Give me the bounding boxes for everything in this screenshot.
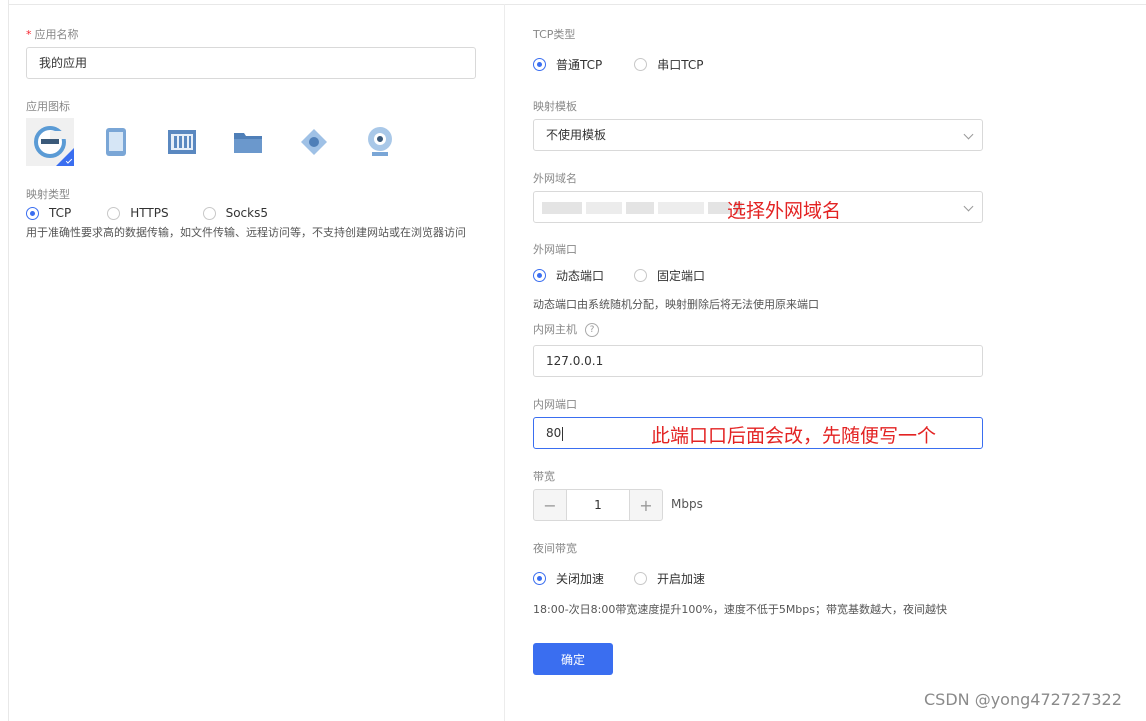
radio-dot	[107, 206, 121, 220]
icon-option-server[interactable]	[158, 118, 206, 166]
external-port-hint: 动态端口由系统随机分配，映射删除后将无法使用原来端口	[533, 298, 819, 311]
required-mark: *	[26, 28, 32, 41]
app-name-value: 我的应用	[39, 56, 88, 70]
radio-label: HTTPS	[130, 206, 169, 220]
blurred-domain	[542, 193, 746, 223]
watermark: CSDN @yong472727322	[924, 690, 1122, 709]
folder-icon	[234, 133, 262, 153]
app-name-label: * 应用名称	[26, 26, 79, 42]
bandwidth-label: 带宽	[533, 470, 555, 483]
tcp-type-radio-group: 普通TCP 串口TCP	[533, 56, 738, 73]
bandwidth-stepper: − 1 +	[533, 489, 663, 521]
left-border	[8, 0, 9, 721]
internal-port-label: 内网端口	[533, 398, 577, 411]
external-port-radio-group: 动态端口 固定端口	[533, 267, 739, 284]
radio-label: 开启加速	[657, 572, 706, 586]
internal-host-value: 127.0.0.1	[546, 354, 604, 368]
icon-option-ie[interactable]	[26, 118, 74, 166]
chevron-down-icon	[963, 129, 974, 140]
radio-label: 串口TCP	[657, 58, 704, 72]
bandwidth-unit: Mbps	[671, 497, 703, 511]
radio-label: Socks5	[225, 206, 268, 220]
internal-port-value: 80	[546, 426, 562, 440]
radio-dot	[634, 58, 648, 71]
internal-host-input[interactable]: 127.0.0.1	[533, 345, 983, 377]
radio-socks5[interactable]: Socks5	[202, 206, 268, 220]
radio-boost-on[interactable]: 开启加速	[634, 570, 705, 587]
external-port-label: 外网端口	[533, 243, 577, 256]
radio-label: TCP	[49, 206, 72, 220]
icon-option-folder[interactable]	[224, 118, 272, 166]
radio-dot	[634, 269, 648, 282]
network-icon	[301, 129, 327, 155]
radio-dot	[533, 572, 546, 585]
radio-dynamic-port[interactable]: 动态端口	[533, 267, 604, 284]
selected-corner	[56, 148, 74, 166]
text-caret	[562, 426, 564, 441]
top-border	[8, 4, 1146, 5]
help-icon[interactable]: ?	[585, 323, 599, 337]
internal-port-annotation: 此端口口后面会改，先随便写一个	[651, 425, 937, 447]
radio-normal-tcp[interactable]: 普通TCP	[533, 56, 602, 73]
tcp-type-label: TCP类型	[533, 28, 576, 41]
radio-label: 关闭加速	[556, 572, 605, 586]
icon-option-network[interactable]	[290, 118, 338, 166]
app-icon-label: 应用图标	[26, 100, 70, 113]
server-icon	[168, 130, 196, 154]
internal-host-label: 内网主机?	[533, 321, 599, 337]
radio-serial-tcp[interactable]: 串口TCP	[634, 56, 704, 73]
increment-button[interactable]: +	[629, 489, 663, 521]
night-bandwidth-label: 夜间带宽	[533, 542, 577, 555]
template-select[interactable]: 不使用模板	[533, 119, 983, 151]
map-type-radio-group: TCP HTTPS Socks5	[26, 206, 302, 220]
app-icon-picker	[26, 118, 422, 166]
radio-dot	[533, 269, 546, 282]
confirm-button[interactable]: 确定	[533, 643, 613, 675]
icon-option-webcam[interactable]	[356, 118, 404, 166]
radio-label: 动态端口	[556, 269, 605, 283]
radio-https[interactable]: HTTPS	[107, 206, 169, 220]
app-name-label-text: 应用名称	[34, 28, 79, 41]
radio-dot	[26, 206, 39, 220]
template-label: 映射模板	[533, 100, 577, 113]
radio-tcp[interactable]: TCP	[26, 206, 71, 220]
internal-host-label-text: 内网主机	[533, 323, 577, 336]
app-name-input[interactable]: 我的应用	[26, 47, 476, 79]
radio-dot	[202, 206, 216, 220]
decrement-button[interactable]: −	[533, 489, 567, 521]
webcam-icon	[368, 127, 392, 156]
night-bandwidth-radio-group: 关闭加速 开启加速	[533, 570, 739, 587]
radio-label: 普通TCP	[556, 58, 603, 72]
radio-fixed-port[interactable]: 固定端口	[634, 267, 705, 284]
map-type-hint: 用于准确性要求高的数据传输，如文件传输、远程访问等，不支持创建网站或在浏览器访问	[26, 226, 466, 239]
night-bandwidth-hint: 18:00-次日8:00带宽速度提升100%，速度不低于5Mbps；带宽基数越大…	[533, 603, 948, 616]
bandwidth-value[interactable]: 1	[567, 489, 629, 521]
icon-option-phone[interactable]	[92, 118, 140, 166]
template-value: 不使用模板	[546, 128, 607, 142]
chevron-down-icon	[963, 201, 974, 212]
radio-label: 固定端口	[657, 269, 706, 283]
radio-boost-off[interactable]: 关闭加速	[533, 570, 604, 587]
phone-icon	[106, 128, 126, 156]
map-type-label: 映射类型	[26, 188, 70, 201]
domain-annotation: 选择外网域名	[727, 200, 842, 222]
radio-dot	[634, 572, 648, 585]
domain-label: 外网域名	[533, 172, 577, 185]
column-divider	[504, 4, 505, 721]
radio-dot	[533, 58, 546, 71]
